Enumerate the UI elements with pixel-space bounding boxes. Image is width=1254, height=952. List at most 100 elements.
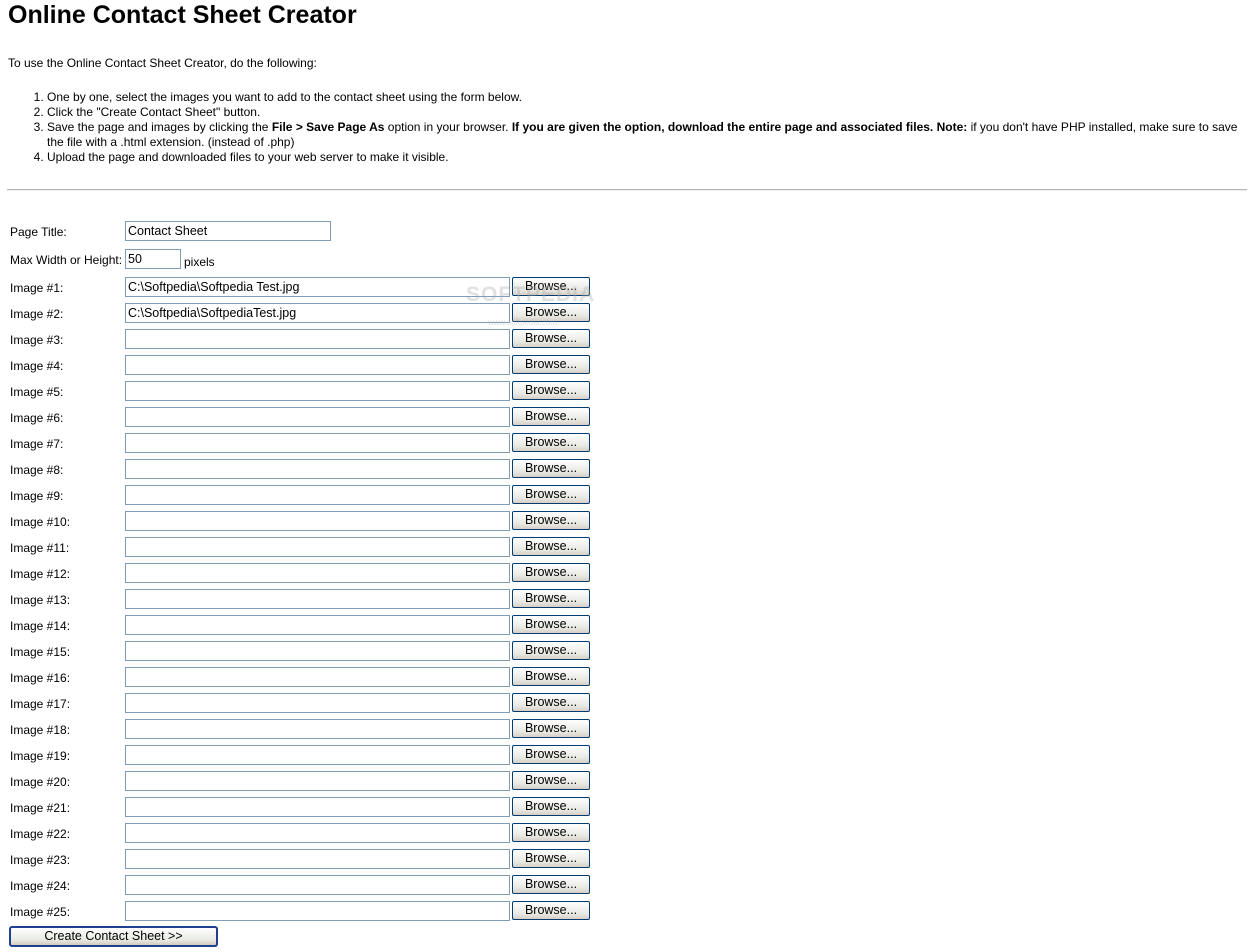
step-text: One by one, select the images you want t… xyxy=(47,90,522,104)
image-file-input[interactable] xyxy=(125,901,510,921)
browse-button[interactable]: Browse... xyxy=(512,797,590,816)
step-emphasis: If you are given the option, download th… xyxy=(511,120,968,134)
browse-button[interactable]: Browse... xyxy=(512,901,590,920)
image-label: Image #13: xyxy=(10,593,71,607)
image-label: Image #2: xyxy=(10,307,64,321)
browse-button[interactable]: Browse... xyxy=(512,329,590,348)
browse-button[interactable]: Browse... xyxy=(512,589,590,608)
browse-button[interactable]: Browse... xyxy=(512,381,590,400)
image-file-input[interactable] xyxy=(125,589,510,609)
image-file-input[interactable]: C:\Softpedia\SoftpediaTest.jpg xyxy=(125,303,510,323)
image-label: Image #16: xyxy=(10,671,71,685)
image-file-input[interactable] xyxy=(125,693,510,713)
instructions-list: One by one, select the images you want t… xyxy=(8,90,1242,165)
image-label: Image #20: xyxy=(10,775,71,789)
browse-button[interactable]: Browse... xyxy=(512,537,590,556)
image-row: Image #14: Browse... xyxy=(10,615,610,637)
image-file-input[interactable] xyxy=(125,459,510,479)
browse-button[interactable]: Browse... xyxy=(512,303,590,322)
browse-button[interactable]: Browse... xyxy=(512,615,590,634)
max-size-input[interactable]: 50 xyxy=(125,249,181,269)
image-row: Image #20: Browse... xyxy=(10,771,610,793)
image-label: Image #3: xyxy=(10,333,64,347)
image-file-input[interactable] xyxy=(125,771,510,791)
step-item: Upload the page and downloaded files to … xyxy=(47,150,1242,165)
browse-button[interactable]: Browse... xyxy=(512,433,590,452)
image-file-input[interactable] xyxy=(125,745,510,765)
browse-button[interactable]: Browse... xyxy=(512,355,590,374)
intro-text: To use the Online Contact Sheet Creator,… xyxy=(8,56,317,70)
image-file-input[interactable] xyxy=(125,381,510,401)
image-file-input[interactable] xyxy=(125,719,510,739)
image-file-input[interactable] xyxy=(125,329,510,349)
step-text: Save the page and images by clicking the xyxy=(47,120,272,134)
image-file-input[interactable] xyxy=(125,485,510,505)
browse-button[interactable]: Browse... xyxy=(512,771,590,790)
browse-button[interactable]: Browse... xyxy=(512,875,590,894)
image-file-input[interactable] xyxy=(125,641,510,661)
image-row: Image #2: C:\Softpedia\SoftpediaTest.jpg B… xyxy=(10,303,610,325)
image-row: Image #11: Browse... xyxy=(10,537,610,559)
image-row: Image #3: Browse... xyxy=(10,329,610,351)
browse-button[interactable]: Browse... xyxy=(512,277,590,296)
image-row: Image #4: Browse... xyxy=(10,355,610,377)
image-file-input[interactable] xyxy=(125,797,510,817)
browse-button[interactable]: Browse... xyxy=(512,563,590,582)
image-row: Image #1: C:\Softpedia\Softpedia Test.jpg… xyxy=(10,277,610,299)
image-label: Image #24: xyxy=(10,879,71,893)
page-title-label: Page Title: xyxy=(10,225,67,239)
browse-button[interactable]: Browse... xyxy=(512,667,590,686)
step-text: Click the "Create Contact Sheet" button. xyxy=(47,105,261,119)
image-file-input[interactable] xyxy=(125,875,510,895)
browse-button[interactable]: Browse... xyxy=(512,823,590,842)
image-row: Image #19: Browse... xyxy=(10,745,610,767)
image-file-input[interactable] xyxy=(125,433,510,453)
image-row: Image #8: Browse... xyxy=(10,459,610,481)
image-file-input[interactable]: C:\Softpedia\Softpedia Test.jpg xyxy=(125,277,510,297)
image-row: Image #15: Browse... xyxy=(10,641,610,663)
image-file-input[interactable] xyxy=(125,511,510,531)
browse-button[interactable]: Browse... xyxy=(512,745,590,764)
page-title-input[interactable]: Contact Sheet xyxy=(125,221,331,241)
image-label: Image #8: xyxy=(10,463,64,477)
image-label: Image #18: xyxy=(10,723,71,737)
image-file-input[interactable] xyxy=(125,407,510,427)
browse-button[interactable]: Browse... xyxy=(512,459,590,478)
image-row: Image #17: Browse... xyxy=(10,693,610,715)
page-title-row: Page Title: Contact Sheet xyxy=(10,221,610,243)
image-label: Image #9: xyxy=(10,489,64,503)
image-file-input[interactable] xyxy=(125,615,510,635)
image-label: Image #4: xyxy=(10,359,64,373)
browse-button[interactable]: Browse... xyxy=(512,511,590,530)
image-label: Image #22: xyxy=(10,827,71,841)
image-file-input[interactable] xyxy=(125,849,510,869)
browse-button[interactable]: Browse... xyxy=(512,485,590,504)
browse-button[interactable]: Browse... xyxy=(512,407,590,426)
image-label: Image #15: xyxy=(10,645,71,659)
image-file-input[interactable] xyxy=(125,667,510,687)
image-file-input[interactable] xyxy=(125,563,510,583)
image-label: Image #10: xyxy=(10,515,71,529)
image-label: Image #21: xyxy=(10,801,71,815)
image-row: Image #22: Browse... xyxy=(10,823,610,845)
image-label: Image #12: xyxy=(10,567,71,581)
divider xyxy=(7,189,1247,191)
image-row: Image #13: Browse... xyxy=(10,589,610,611)
image-row: Image #10: Browse... xyxy=(10,511,610,533)
image-file-input[interactable] xyxy=(125,823,510,843)
step-text: Upload the page and downloaded files to … xyxy=(47,150,449,164)
image-label: Image #14: xyxy=(10,619,71,633)
step-item: One by one, select the images you want t… xyxy=(47,90,1242,105)
browse-button[interactable]: Browse... xyxy=(512,719,590,738)
image-file-input[interactable] xyxy=(125,355,510,375)
image-label: Image #19: xyxy=(10,749,71,763)
image-file-input[interactable] xyxy=(125,537,510,557)
browse-button[interactable]: Browse... xyxy=(512,849,590,868)
image-row: Image #7: Browse... xyxy=(10,433,610,455)
image-label: Image #6: xyxy=(10,411,64,425)
browse-button[interactable]: Browse... xyxy=(512,641,590,660)
image-row: Image #23: Browse... xyxy=(10,849,610,871)
browse-button[interactable]: Browse... xyxy=(512,693,590,712)
create-contact-sheet-button[interactable]: Create Contact Sheet >> xyxy=(9,926,218,947)
image-row: Image #25: Browse... xyxy=(10,901,610,923)
